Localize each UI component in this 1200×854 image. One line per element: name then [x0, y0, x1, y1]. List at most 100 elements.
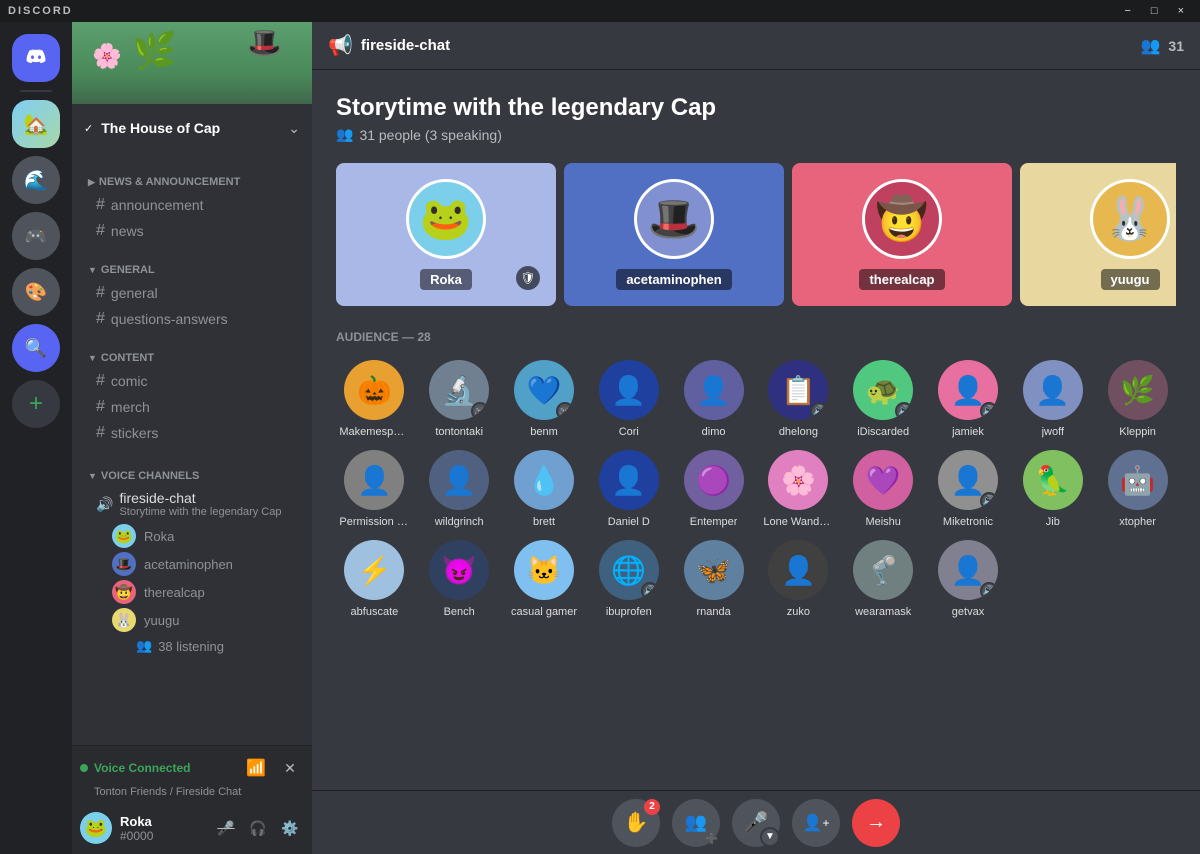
channel-merch[interactable]: # merch [80, 394, 304, 420]
category-content[interactable]: ▼ CONTENT [72, 336, 312, 368]
audience-member-jib[interactable]: 🦜 Jib [1014, 450, 1091, 528]
channel-news[interactable]: # news [80, 218, 304, 244]
audience-name: Daniel D [608, 516, 650, 528]
audience-member-permission-man[interactable]: 👤 Permission Man [336, 450, 413, 528]
audience-name: Lone Wanderer [763, 516, 833, 528]
audience-member-xtopher[interactable]: 🤖xtopher [1099, 450, 1176, 528]
settings-button[interactable]: ⚙️ [276, 814, 304, 842]
audience-member-zuko[interactable]: 👤zuko [760, 540, 837, 618]
speaker-card-acetaminophen[interactable]: 🎩 acetaminophen [564, 163, 784, 306]
audience-member-rnanda[interactable]: 🦋rnanda [675, 540, 752, 618]
voice-signal-icon[interactable]: 📶 [242, 754, 270, 782]
close-button[interactable]: × [1170, 5, 1192, 17]
speaker-card-yuugu[interactable]: 🐰 yuugu [1020, 163, 1176, 306]
audience-member-getvax[interactable]: 👤🔊getvax [930, 540, 1007, 618]
add-server-button[interactable]: + [12, 380, 60, 428]
channel-sidebar: ✓ The House of Cap ⌄ 🌿 🎩 🌸 ▶ NEWS & ANNO… [72, 22, 312, 854]
server-banner[interactable]: ✓ The House of Cap ⌄ 🌿 🎩 🌸 [72, 22, 312, 152]
audience-member-casual-gamer[interactable]: 🐱casual gamer [506, 540, 583, 618]
speaker-name-therealcap: therealcap [859, 269, 944, 290]
audience-name: xtopher [1119, 516, 1156, 528]
voice-channel-fireside-chat[interactable]: 🔊 fireside-chat Storytime with the legen… [80, 486, 304, 522]
voice-connected-text: Voice Connected [94, 761, 190, 775]
audience-member-idiscarded[interactable]: 🐢🔊iDiscarded [845, 360, 922, 438]
raise-hand-button[interactable]: ✋ 2 [612, 799, 660, 847]
speaker-name-acetaminophen: acetaminophen [616, 269, 731, 290]
voice-user-yuugu[interactable]: 🐰 yuugu [104, 606, 304, 634]
audience-name: brett [533, 516, 555, 528]
channel-comic[interactable]: # comic [80, 368, 304, 394]
audience-member-daniel-d[interactable]: 👤Daniel D [590, 450, 667, 528]
channel-questions-answers[interactable]: # questions-answers [80, 306, 304, 332]
audience-member-wildgrinch[interactable]: 👤wildgrinch [421, 450, 498, 528]
discord-home-button[interactable] [12, 34, 60, 82]
audience-member-miketronic[interactable]: 👤🔊Miketronic [930, 450, 1007, 528]
audience-member-cori[interactable]: 👤Cori [590, 360, 667, 438]
channel-general[interactable]: # general [80, 280, 304, 306]
voice-user-avatar-acetaminophen: 🎩 [112, 552, 136, 576]
audience-badge: 🔊 [641, 582, 659, 600]
invite-button[interactable]: 👥➕ [672, 799, 720, 847]
titlebar-left: DISCORD [8, 5, 73, 17]
audience-member-lone-wanderer[interactable]: 🌸 Lone Wanderer [760, 450, 837, 528]
voice-user-roka[interactable]: 🐸 Roka [104, 522, 304, 550]
audience-name: Jib [1046, 516, 1060, 528]
audience-member-entemper[interactable]: 🟣Entemper [675, 450, 752, 528]
server-icon-5[interactable]: 🔍 [12, 324, 60, 372]
server-icon-3[interactable]: 🎮 [12, 212, 60, 260]
audience-member-benm[interactable]: 💙🎮benm [506, 360, 583, 438]
channel-stickers[interactable]: # stickers [80, 420, 304, 446]
audience-member-jwoff[interactable]: 👤jwoff [1014, 360, 1091, 438]
members-icon: 👥 [1141, 36, 1161, 56]
audience-member-bench[interactable]: 😈Bench [421, 540, 498, 618]
server-icon-house-of-cap[interactable]: 🏡 [12, 100, 60, 148]
voice-status-dot [80, 764, 88, 772]
server-icon-4[interactable]: 🎨 [12, 268, 60, 316]
audience-avatar: 👤 [344, 450, 404, 510]
category-voice[interactable]: ▼ VOICE CHANNELS [72, 454, 312, 486]
audience-member-meishu[interactable]: 💜Meishu [845, 450, 922, 528]
audience-member-brett[interactable]: 💧 brett [506, 450, 583, 528]
voice-user-avatar-therealcap: 🤠 [112, 580, 136, 604]
minimize-button[interactable]: − [1116, 5, 1138, 17]
channel-announcement[interactable]: # announcement [80, 192, 304, 218]
user-info: Roka #0000 [120, 814, 204, 843]
titlebar-controls[interactable]: − □ × [1116, 5, 1192, 17]
server-icon-2[interactable]: 🌊 [12, 156, 60, 204]
voice-disconnect-icon[interactable]: ✕ [276, 754, 304, 782]
category-news-announcement[interactable]: ▶ NEWS & ANNOUNCEMENT [72, 160, 312, 192]
audience-name: jamiek [952, 426, 984, 438]
audience-avatar: 💧 [514, 450, 574, 510]
audience-member-makemespeakrr[interactable]: 🎃Makemespeakrr [336, 360, 413, 438]
mic-button[interactable]: 🎤 ▼ [732, 799, 780, 847]
audience-avatar: 💜 [853, 450, 913, 510]
audience-avatar: 🦜 [1023, 450, 1083, 510]
speaker-card-roka[interactable]: 🐸 Roka 🛡 [336, 163, 556, 306]
leave-stage-button[interactable]: → [852, 799, 900, 847]
server-divider [20, 90, 52, 92]
mute-button[interactable]: 🎤 [212, 814, 240, 842]
audience-name: Makemespeakrr [339, 426, 409, 438]
audience-member-dhelong[interactable]: 📋🔊dhelong [760, 360, 837, 438]
audience-member-tontontaki[interactable]: 🔬🎮tontontaki [421, 360, 498, 438]
audience-name: ibuprofen [606, 606, 652, 618]
speaker-card-therealcap[interactable]: 🤠 therealcap [792, 163, 1012, 306]
audience-member-abfuscate[interactable]: ⚡abfuscate [336, 540, 413, 618]
maximize-button[interactable]: □ [1143, 5, 1166, 17]
audience-avatar: 🌸 [768, 450, 828, 510]
add-to-stage-button[interactable]: 👤+ [792, 799, 840, 847]
voice-user-acetaminophen[interactable]: 🎩 acetaminophen [104, 550, 304, 578]
audience-member-dimo[interactable]: 👤dimo [675, 360, 752, 438]
audience-badge: 🔊 [810, 402, 828, 420]
audience-member-ibuprofen[interactable]: 🌐🔊ibuprofen [590, 540, 667, 618]
audience-badge: 🔊 [980, 402, 998, 420]
category-general[interactable]: ▼ GENERAL [72, 248, 312, 280]
deafen-button[interactable]: 🎧 [244, 814, 272, 842]
audience-badge: 🎮 [556, 402, 574, 420]
voice-user-therealcap[interactable]: 🤠 therealcap [104, 578, 304, 606]
audience-name: Permission Man [339, 516, 409, 528]
audience-member-jamiek[interactable]: 👤🔊jamiek [930, 360, 1007, 438]
channel-list: ▶ NEWS & ANNOUNCEMENT # announcement # n… [72, 152, 312, 745]
audience-member-wearamask[interactable]: 🦿wearamask [845, 540, 922, 618]
audience-member-kleppin[interactable]: 🌿Kleppin [1099, 360, 1176, 438]
